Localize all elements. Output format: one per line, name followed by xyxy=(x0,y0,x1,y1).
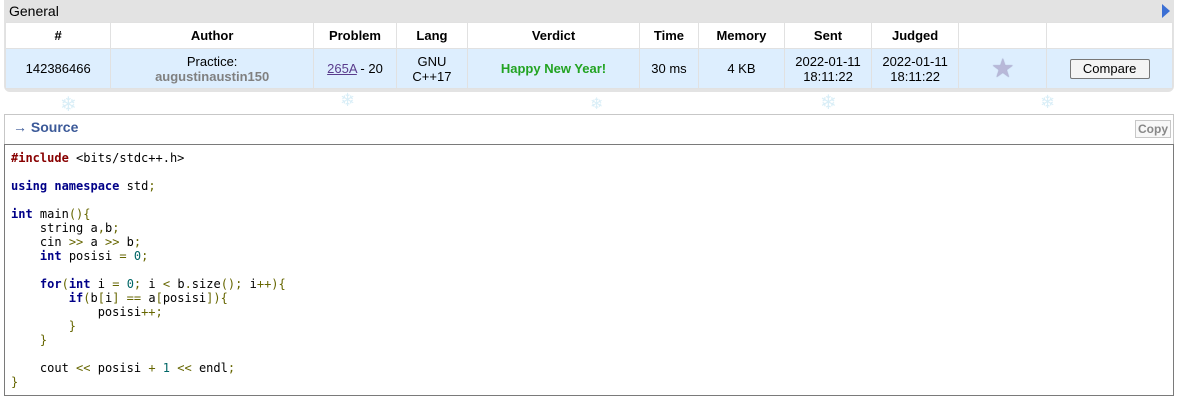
author-name-link[interactable]: augustinaustin150 xyxy=(115,69,309,84)
problem-cell: 265A - 20 xyxy=(312,48,398,89)
snowflake-decoration: ❄ xyxy=(820,90,837,114)
star-icon[interactable]: ★ xyxy=(991,54,1014,84)
header-sent: Sent xyxy=(783,22,873,49)
problem-suffix: - 20 xyxy=(356,61,383,76)
snowflake-decoration: ❄ xyxy=(590,94,604,113)
source-header: → Source Copy xyxy=(4,114,1174,144)
time-cell: 30 ms xyxy=(639,48,699,89)
lang-cell: GNU C++17 xyxy=(396,48,468,89)
lang-line2: C++17 xyxy=(412,68,452,84)
table-header-row: # Author Problem Lang Verdict Time Memor… xyxy=(4,22,1173,49)
submission-id: 142386466 xyxy=(4,48,112,89)
header-lang: Lang xyxy=(396,22,468,49)
sent-time: 18:11:22 xyxy=(803,68,853,84)
copy-button[interactable]: Copy xyxy=(1135,120,1171,138)
compare-button[interactable]: Compare xyxy=(1069,58,1150,79)
submission-table: # Author Problem Lang Verdict Time Memor… xyxy=(4,22,1173,89)
header-author: Author xyxy=(110,22,314,49)
favorite-cell: ★ xyxy=(958,48,1048,89)
sent-date: 2022-01-11 xyxy=(795,53,861,69)
judged-cell: 2022-01-11 18:11:22 xyxy=(871,48,960,89)
header-verdict: Verdict xyxy=(466,22,641,49)
expand-arrow-icon[interactable] xyxy=(1162,4,1170,18)
verdict-cell: Happy New Year! xyxy=(466,48,641,89)
verdict-text: Happy New Year! xyxy=(500,61,607,76)
compare-cell: Compare xyxy=(1046,48,1173,89)
problem-link[interactable]: 265A xyxy=(327,61,357,76)
snowflake-decoration: ❄ xyxy=(60,92,77,116)
author-cell: Practice: augustinaustin150 xyxy=(110,48,314,89)
sent-cell: 2022-01-11 18:11:22 xyxy=(783,48,873,89)
header-problem: Problem xyxy=(312,22,398,49)
judged-time: 18:11:22 xyxy=(890,68,940,84)
snowflake-decoration: ❄ xyxy=(1040,92,1056,113)
header-id: # xyxy=(4,22,112,49)
author-type: Practice: xyxy=(186,53,238,69)
general-title: General xyxy=(9,3,59,19)
header-favorite xyxy=(958,22,1048,49)
header-memory: Memory xyxy=(697,22,785,49)
lang-line1: GNU xyxy=(417,53,447,69)
table-row: 142386466 Practice: augustinaustin150 26… xyxy=(4,48,1173,89)
source-code-box[interactable]: #include <bits/stdc++.h> using namespace… xyxy=(4,144,1174,396)
source-title: → Source xyxy=(13,119,79,135)
header-time: Time xyxy=(639,22,699,49)
judged-date: 2022-01-11 xyxy=(882,53,948,69)
source-code[interactable]: #include <bits/stdc++.h> using namespace… xyxy=(5,145,1173,389)
header-judged: Judged xyxy=(871,22,960,49)
memory-cell: 4 KB xyxy=(697,48,785,89)
snowflake-decoration: ❄ xyxy=(340,90,356,111)
header-compare xyxy=(1046,22,1173,49)
